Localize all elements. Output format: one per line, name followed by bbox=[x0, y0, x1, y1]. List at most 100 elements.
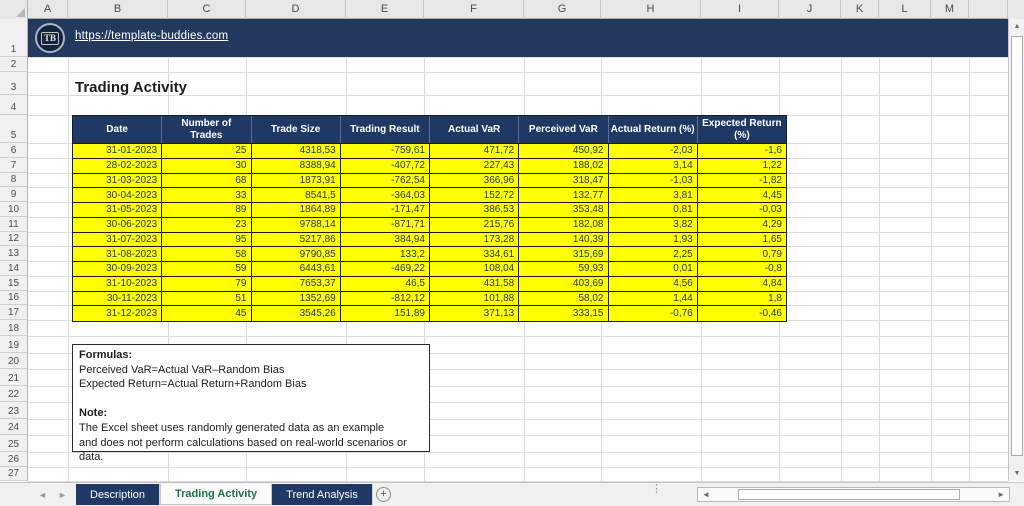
sheet-tab-trading-activity[interactable]: Trading Activity bbox=[160, 484, 273, 505]
table-cell[interactable]: 471,72 bbox=[430, 144, 520, 159]
table-cell[interactable]: -762,54 bbox=[340, 173, 430, 189]
row-number-3[interactable]: 3 bbox=[0, 72, 27, 95]
table-cell[interactable]: 79 bbox=[162, 276, 252, 292]
table-cell[interactable]: 2,25 bbox=[608, 247, 698, 262]
table-cell[interactable]: 51 bbox=[162, 291, 252, 307]
vertical-scrollbar[interactable]: ▲ ▼ bbox=[1008, 19, 1024, 481]
row-number-17[interactable]: 17 bbox=[0, 305, 27, 320]
row-number-19[interactable]: 19 bbox=[0, 336, 27, 353]
row-number-21[interactable]: 21 bbox=[0, 369, 27, 386]
table-header-cell[interactable]: Number of Trades bbox=[162, 116, 252, 143]
table-cell[interactable]: 5217,86 bbox=[251, 232, 341, 248]
add-sheet-icon[interactable]: + bbox=[376, 487, 391, 502]
table-header-cell[interactable]: Perceived VaR bbox=[519, 116, 609, 143]
table-cell[interactable]: 333,15 bbox=[519, 306, 609, 321]
table-cell[interactable]: 151,89 bbox=[341, 306, 430, 321]
table-header-cell[interactable]: Actual Return (%) bbox=[609, 116, 698, 143]
column-header-C[interactable]: C bbox=[168, 0, 246, 19]
table-cell[interactable]: -407,72 bbox=[340, 158, 430, 174]
column-header-K[interactable]: K bbox=[841, 0, 879, 19]
table-cell[interactable]: 33 bbox=[162, 188, 252, 203]
table-header-cell[interactable]: Trade Size bbox=[252, 116, 341, 143]
row-number-23[interactable]: 23 bbox=[0, 402, 27, 419]
table-header-cell[interactable]: Expected Return (%) bbox=[698, 116, 786, 143]
table-cell[interactable]: 4,45 bbox=[697, 188, 786, 203]
table-cell[interactable]: 31-08-2023 bbox=[73, 247, 163, 262]
tab-nav-right-icon[interactable]: ► bbox=[58, 490, 67, 500]
table-header-cell[interactable]: Trading Result bbox=[341, 116, 430, 143]
table-cell[interactable]: -1,6 bbox=[697, 144, 786, 159]
column-header-E[interactable]: E bbox=[346, 0, 424, 19]
table-cell[interactable]: 1,8 bbox=[697, 292, 786, 307]
scroll-down-icon[interactable]: ▼ bbox=[1010, 466, 1024, 481]
row-number-22[interactable]: 22 bbox=[0, 386, 27, 403]
row-number-9[interactable]: 9 bbox=[0, 187, 27, 202]
column-header-A[interactable]: A bbox=[28, 0, 68, 19]
table-cell[interactable]: 1,22 bbox=[697, 159, 786, 174]
tab-scroll-separator-icon[interactable]: ⋮ bbox=[651, 484, 662, 495]
column-header-D[interactable]: D bbox=[246, 0, 346, 19]
table-cell[interactable]: 1,93 bbox=[608, 232, 698, 248]
column-header-H[interactable]: H bbox=[601, 0, 701, 19]
row-number-2[interactable]: 2 bbox=[0, 57, 27, 72]
table-cell[interactable]: 4,56 bbox=[608, 276, 698, 292]
table-cell[interactable]: 31-10-2023 bbox=[73, 276, 163, 292]
scroll-right-icon[interactable]: ► bbox=[997, 490, 1005, 499]
table-cell[interactable]: 152,72 bbox=[430, 188, 520, 203]
row-number-13[interactable]: 13 bbox=[0, 246, 27, 261]
row-number-6[interactable]: 6 bbox=[0, 143, 27, 158]
table-cell[interactable]: 30-06-2023 bbox=[73, 217, 163, 233]
table-cell[interactable]: 31-01-2023 bbox=[73, 144, 163, 159]
table-cell[interactable]: 108,04 bbox=[430, 262, 520, 277]
table-cell[interactable]: 3,14 bbox=[608, 158, 698, 174]
row-number-12[interactable]: 12 bbox=[0, 232, 27, 247]
table-cell[interactable]: -0,8 bbox=[697, 262, 786, 277]
row-number-4[interactable]: 4 bbox=[0, 95, 27, 115]
table-cell[interactable]: 68 bbox=[162, 173, 252, 189]
table-cell[interactable]: 1352,69 bbox=[251, 291, 341, 307]
table-cell[interactable]: -171,47 bbox=[340, 203, 430, 218]
row-number-26[interactable]: 26 bbox=[0, 452, 27, 467]
table-cell[interactable]: -812,12 bbox=[340, 291, 430, 307]
table-cell[interactable]: 89 bbox=[162, 203, 252, 218]
table-cell[interactable]: 0,81 bbox=[608, 203, 698, 218]
table-cell[interactable]: 371,13 bbox=[430, 306, 520, 321]
table-cell[interactable]: 140,39 bbox=[519, 232, 609, 248]
table-cell[interactable]: 95 bbox=[162, 232, 252, 248]
table-cell[interactable]: 31-07-2023 bbox=[73, 232, 163, 248]
row-number-25[interactable]: 25 bbox=[0, 435, 27, 452]
table-cell[interactable]: -871,71 bbox=[340, 217, 430, 233]
table-cell[interactable]: -1,03 bbox=[608, 173, 698, 189]
scroll-left-icon[interactable]: ◄ bbox=[702, 490, 710, 499]
sheet-tab-description[interactable]: Description bbox=[76, 484, 161, 505]
table-cell[interactable]: 353,48 bbox=[519, 203, 609, 218]
table-cell[interactable]: 1,44 bbox=[608, 291, 698, 307]
column-header-L[interactable]: L bbox=[879, 0, 931, 19]
column-header-G[interactable]: G bbox=[524, 0, 601, 19]
sheet-tab-trend-analysis[interactable]: Trend Analysis bbox=[272, 484, 373, 505]
column-header-partial[interactable] bbox=[969, 0, 1008, 19]
row-number-11[interactable]: 11 bbox=[0, 217, 27, 232]
table-cell[interactable]: 384,94 bbox=[340, 232, 430, 248]
row-number-1[interactable]: 1 bbox=[0, 19, 27, 57]
table-cell[interactable]: 0,79 bbox=[697, 247, 786, 262]
row-number-10[interactable]: 10 bbox=[0, 202, 27, 217]
table-cell[interactable]: 30-11-2023 bbox=[73, 291, 163, 307]
table-cell[interactable]: -469,22 bbox=[340, 262, 430, 277]
column-header-I[interactable]: I bbox=[701, 0, 779, 19]
table-cell[interactable]: 31-05-2023 bbox=[73, 203, 163, 218]
table-cell[interactable]: -0,03 bbox=[697, 203, 786, 218]
row-number-5[interactable]: 5 bbox=[0, 115, 27, 143]
table-cell[interactable]: 31-12-2023 bbox=[73, 306, 163, 321]
table-cell[interactable]: 334,61 bbox=[430, 247, 520, 262]
table-cell[interactable]: 3545,26 bbox=[252, 306, 341, 321]
table-cell[interactable]: 30 bbox=[162, 158, 252, 174]
row-number-24[interactable]: 24 bbox=[0, 419, 27, 436]
table-header-cell[interactable]: Actual VaR bbox=[430, 116, 520, 143]
table-cell[interactable]: 3,82 bbox=[608, 217, 698, 233]
table-cell[interactable]: 58 bbox=[162, 247, 252, 262]
column-header-B[interactable]: B bbox=[68, 0, 168, 19]
table-cell[interactable]: 133,2 bbox=[340, 247, 430, 262]
row-number-20[interactable]: 20 bbox=[0, 353, 27, 370]
table-cell[interactable]: 215,76 bbox=[430, 217, 520, 233]
